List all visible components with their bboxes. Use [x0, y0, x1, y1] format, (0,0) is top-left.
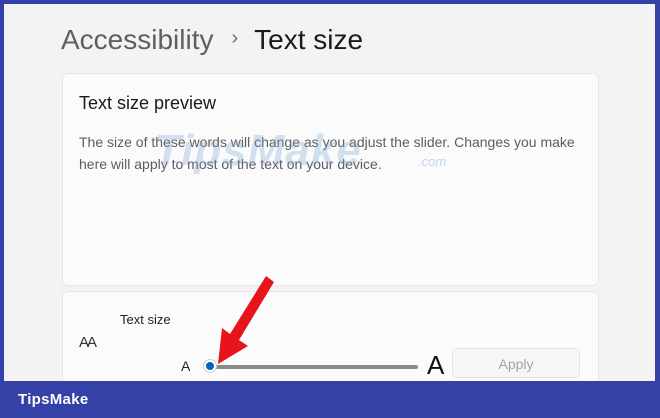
chevron-right-icon: › — [231, 26, 239, 49]
text-size-icon-glyph: AA — [79, 334, 97, 351]
text-size-icon: AA — [79, 334, 97, 351]
preview-title: Text size preview — [79, 93, 217, 113]
text-size-setting-card: AA Text size A A Apply — [62, 291, 599, 381]
text-size-preview-card: Text size preview The size of these word… — [62, 73, 599, 286]
brand-footer: TipsMake — [0, 381, 660, 418]
settings-window: Accessibility › Text size Text size prev… — [4, 4, 655, 381]
brand-name: TipsMake — [18, 391, 89, 408]
watermark-domain: .com — [418, 154, 447, 169]
page-title: Text size — [254, 24, 364, 55]
apply-button[interactable]: Apply — [452, 348, 580, 378]
breadcrumb: Accessibility › Text size — [61, 20, 363, 60]
watermark-logo: TipsMake — [154, 126, 362, 175]
breadcrumb-accessibility[interactable]: Accessibility — [61, 24, 213, 56]
slider-max-label: A — [427, 350, 445, 380]
annotation-arrow-icon — [218, 276, 274, 364]
text-size-label: Text size — [120, 312, 171, 327]
slider-min-label: A — [181, 358, 191, 374]
